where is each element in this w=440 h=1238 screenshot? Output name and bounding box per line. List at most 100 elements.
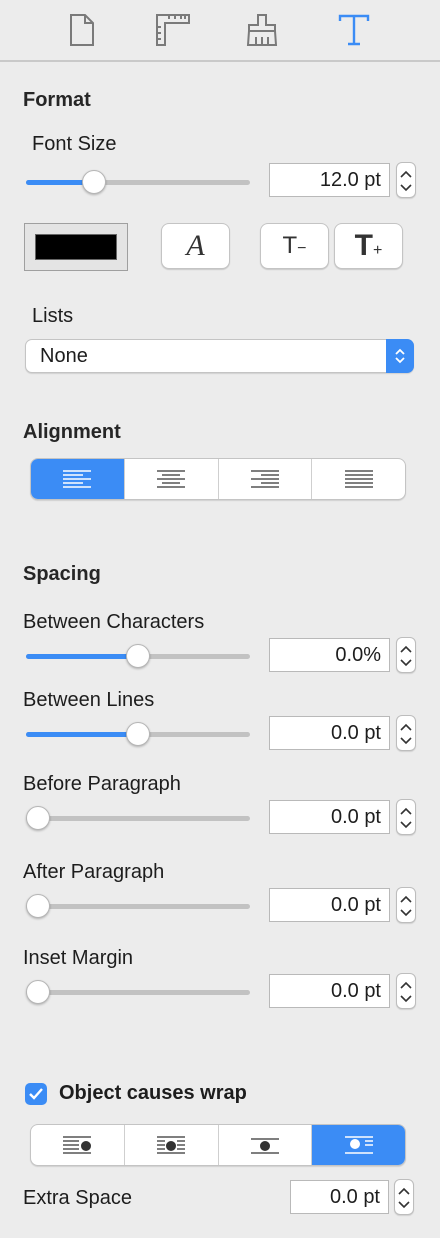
before-paragraph-field[interactable]: 0.0 pt (269, 800, 390, 834)
extra-space-label: Extra Space (23, 1187, 132, 1209)
align-center-icon (157, 470, 186, 488)
format-section-title: Format (23, 89, 91, 111)
lists-value: None (40, 345, 88, 367)
stepper-up-icon (400, 807, 412, 815)
slider-track (26, 990, 250, 995)
before-paragraph-slider[interactable] (26, 804, 250, 832)
stepper-up-icon (400, 895, 412, 903)
inset-margin-slider[interactable] (26, 978, 250, 1006)
inspector-tab-bar (0, 0, 440, 60)
between-characters-slider[interactable] (26, 642, 250, 670)
wrap-both-icon (157, 1136, 186, 1154)
before-paragraph-stepper[interactable] (396, 799, 416, 835)
alignment-segmented-control[interactable] (30, 458, 406, 500)
object-causes-wrap-checkbox[interactable] (25, 1083, 47, 1105)
object-causes-wrap-label[interactable]: Object causes wrap (59, 1082, 247, 1105)
stepper-down-icon (400, 821, 412, 829)
decrease-font-size-icon: T− (282, 232, 306, 260)
extra-space-field[interactable]: 0.0 pt (290, 1180, 389, 1214)
alignment-section-title: Alignment (23, 421, 121, 443)
stepper-up-icon (400, 170, 412, 178)
slider-track (26, 816, 250, 821)
align-left-icon (63, 470, 92, 488)
wrap-around-button[interactable] (311, 1125, 405, 1165)
checkmark-icon (29, 1088, 43, 1100)
color-swatch (35, 234, 117, 260)
between-lines-stepper[interactable] (396, 715, 416, 751)
increase-glyph: T (354, 229, 373, 262)
slider-knob[interactable] (26, 894, 50, 918)
slider-knob[interactable] (126, 644, 150, 668)
stepper-down-icon (400, 995, 412, 1003)
slider-track (26, 904, 250, 909)
decrease-sub: − (297, 240, 307, 257)
wrap-segmented-control[interactable] (30, 1124, 406, 1166)
wrap-left-button[interactable] (31, 1125, 124, 1165)
wrap-none-icon (250, 1138, 279, 1154)
brush-icon (246, 14, 278, 46)
slider-knob[interactable] (26, 980, 50, 1004)
extra-space-stepper[interactable] (394, 1179, 414, 1215)
increase-sub: + (372, 242, 383, 259)
stepper-up-icon (398, 1187, 410, 1195)
decrease-font-size-button[interactable]: T− (260, 223, 329, 269)
slider-fill (26, 732, 138, 737)
between-characters-stepper[interactable] (396, 637, 416, 673)
align-center-button[interactable] (123, 459, 218, 499)
font-size-field[interactable]: 12.0 pt (269, 163, 390, 197)
wrap-left-icon (63, 1136, 92, 1154)
font-size-slider[interactable] (26, 168, 250, 196)
tab-text[interactable] (326, 8, 382, 52)
font-glyph: A (186, 229, 205, 262)
lists-popup[interactable]: None (25, 339, 414, 373)
stepper-down-icon (398, 1201, 410, 1209)
spacing-section-title: Spacing (23, 563, 101, 585)
tab-document[interactable] (54, 8, 110, 52)
document-icon (70, 14, 94, 46)
stepper-up-icon (400, 723, 412, 731)
align-justify-icon (344, 470, 373, 488)
popup-chevron-icon (386, 339, 414, 373)
slider-knob[interactable] (82, 170, 106, 194)
stepper-up-icon (400, 981, 412, 989)
after-paragraph-slider[interactable] (26, 892, 250, 920)
between-characters-field[interactable]: 0.0% (269, 638, 390, 672)
align-left-button[interactable] (31, 459, 124, 499)
wrap-around-icon (344, 1136, 373, 1154)
tab-ruler[interactable] (145, 8, 201, 52)
wrap-none-button[interactable] (217, 1125, 312, 1165)
font-button[interactable]: A (161, 223, 230, 269)
stepper-down-icon (400, 184, 412, 192)
font-size-label: Font Size (32, 133, 117, 155)
font-size-stepper[interactable] (396, 162, 416, 198)
before-paragraph-label: Before Paragraph (23, 773, 181, 795)
lists-label: Lists (32, 305, 74, 327)
between-lines-label: Between Lines (23, 689, 155, 711)
text-color-well[interactable] (24, 223, 128, 271)
wrap-both-button[interactable] (123, 1125, 218, 1165)
text-icon (338, 14, 370, 46)
align-right-icon (250, 470, 279, 488)
between-lines-field[interactable]: 0.0 pt (269, 716, 390, 750)
ruler-icon (156, 14, 190, 46)
tab-style[interactable] (234, 8, 290, 52)
increase-font-size-button[interactable]: T+ (334, 223, 403, 269)
decrease-glyph: T (282, 232, 298, 259)
after-paragraph-stepper[interactable] (396, 887, 416, 923)
slider-fill (26, 654, 138, 659)
align-right-button[interactable] (217, 459, 312, 499)
stepper-down-icon (400, 659, 412, 667)
inset-margin-label: Inset Margin (23, 947, 134, 969)
stepper-down-icon (400, 909, 412, 917)
slider-knob[interactable] (126, 722, 150, 746)
between-lines-slider[interactable] (26, 720, 250, 748)
align-justify-button[interactable] (311, 459, 405, 499)
tab-bar-divider (0, 60, 440, 62)
between-characters-label: Between Characters (23, 611, 205, 633)
inset-margin-stepper[interactable] (396, 973, 416, 1009)
stepper-up-icon (400, 645, 412, 653)
slider-knob[interactable] (26, 806, 50, 830)
after-paragraph-field[interactable]: 0.0 pt (269, 888, 390, 922)
inset-margin-field[interactable]: 0.0 pt (269, 974, 390, 1008)
after-paragraph-label: After Paragraph (23, 861, 165, 883)
